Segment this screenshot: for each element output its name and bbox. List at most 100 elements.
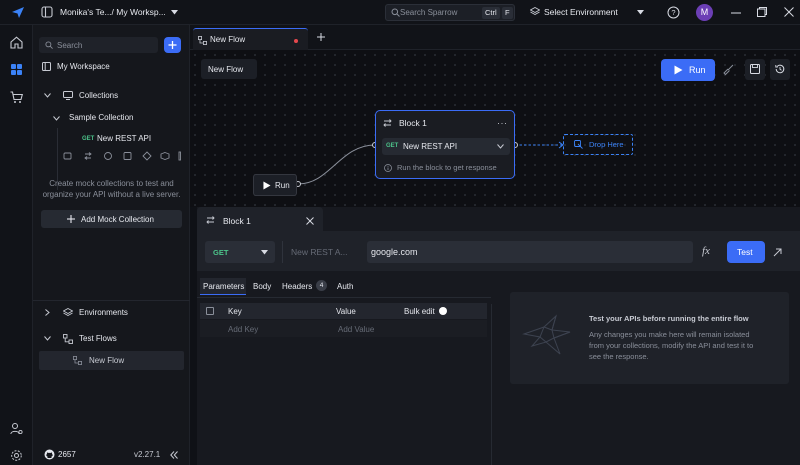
- block-request-selector[interactable]: GET New REST API: [382, 138, 510, 155]
- environments-section[interactable]: Environments: [79, 308, 128, 317]
- function-fx-icon[interactable]: fx: [702, 245, 710, 257]
- collections-icon: [63, 91, 73, 100]
- select-all-checkbox[interactable]: [206, 307, 214, 315]
- collapse-sidebar-icon[interactable]: [170, 451, 178, 459]
- method-selector[interactable]: GET: [205, 241, 275, 263]
- github-icon[interactable]: [44, 449, 55, 460]
- params-table-row: Add Key Add Value: [200, 320, 487, 337]
- url-value: google.com: [371, 246, 418, 257]
- search-icon: [45, 41, 53, 49]
- sidebar-search-placeholder: Search: [57, 40, 83, 50]
- open-external-arrow-icon[interactable]: [773, 248, 782, 257]
- close-window-icon[interactable]: [784, 7, 794, 17]
- team-settings-icon[interactable]: [10, 422, 23, 435]
- bulk-edit-label: Bulk edit: [404, 307, 435, 316]
- tab-parameters-label: Parameters: [203, 281, 245, 291]
- info-card-body: Any changes you make here will remain is…: [589, 329, 753, 362]
- test-flows-section[interactable]: Test Flows: [79, 334, 117, 343]
- add-mock-label: Add Mock Collection: [81, 214, 154, 224]
- drop-zone[interactable]: Drop Here: [563, 134, 633, 155]
- minimize-icon[interactable]: [731, 12, 741, 14]
- environments-icon: [63, 308, 73, 318]
- new-tab-plus-icon[interactable]: [317, 33, 325, 41]
- divider: [197, 297, 491, 298]
- mock-info-line1: Create mock collections to test and: [49, 179, 174, 188]
- request-item[interactable]: New REST API: [97, 134, 151, 143]
- divider: [33, 300, 190, 301]
- user-avatar[interactable]: M: [696, 4, 713, 21]
- request-name-input[interactable]: New REST A...: [282, 241, 362, 263]
- tab-label: New Flow: [210, 35, 246, 44]
- start-run-node[interactable]: Run: [253, 174, 297, 196]
- method-label: GET: [213, 248, 229, 257]
- drop-target-icon: [574, 140, 583, 149]
- flow-item-label: New Flow: [89, 356, 125, 365]
- add-key-input[interactable]: Add Key: [228, 325, 258, 334]
- test-button[interactable]: Test: [727, 241, 765, 263]
- collection-actions: [63, 151, 181, 161]
- workspace-dropdown-icon[interactable]: [171, 10, 178, 15]
- home-icon[interactable]: [10, 36, 23, 49]
- block-request-name: New REST API: [403, 142, 458, 151]
- flow-icon: [73, 356, 82, 365]
- restore-icon[interactable]: [757, 7, 767, 17]
- add-mock-collection-button[interactable]: Add Mock Collection: [41, 210, 182, 228]
- block-title: Block 1: [399, 118, 427, 128]
- mock-collection-info: Create mock collections to test and orga…: [39, 178, 184, 200]
- request-method: GET: [82, 136, 95, 142]
- tab-headers[interactable]: Headers: [282, 282, 312, 291]
- play-icon: [263, 181, 271, 190]
- collections-nav-icon[interactable]: [10, 63, 23, 76]
- add-button[interactable]: [164, 37, 181, 53]
- chevron-down-icon[interactable]: [53, 116, 60, 121]
- collections-section[interactable]: Collections: [79, 91, 118, 100]
- settings-gear-icon[interactable]: [10, 449, 23, 462]
- panel-title: Block 1: [223, 216, 251, 226]
- tab-new-flow[interactable]: New Flow: [193, 28, 308, 50]
- shortcut-f: F: [502, 7, 513, 19]
- mock-info-line2: organize your API without a live server.: [42, 190, 181, 199]
- test-label: Test: [737, 247, 753, 257]
- url-input[interactable]: google.com: [367, 241, 693, 263]
- chevron-right-icon[interactable]: [45, 309, 50, 316]
- search-placeholder: Search Sparrow: [400, 8, 458, 17]
- workspace-path[interactable]: Monika's Te.../ My Worksp...: [60, 7, 166, 17]
- marketplace-cart-icon[interactable]: [10, 91, 23, 104]
- title-bar: Monika's Te.../ My Worksp... Search Spar…: [0, 0, 800, 25]
- github-stars: 2657: [58, 450, 76, 459]
- chevron-down-icon[interactable]: [44, 93, 51, 98]
- environment-dropdown-icon[interactable]: [637, 10, 644, 15]
- flow-item-new-flow[interactable]: New Flow: [39, 351, 184, 370]
- flow-canvas[interactable]: New Flow Run Run Block 1 ··· GET New RES…: [190, 50, 800, 207]
- block-swap-icon: [383, 119, 392, 127]
- bulk-edit-toggle[interactable]: [438, 306, 449, 316]
- block-swap-icon: [206, 216, 215, 224]
- tab-auth[interactable]: Auth: [337, 282, 353, 291]
- info-line2: from your collections, modify the API an…: [589, 341, 754, 350]
- block-method: GET: [386, 143, 399, 149]
- sparrow-bird-illustration-icon: [522, 312, 574, 358]
- add-value-input[interactable]: Add Value: [338, 325, 374, 334]
- start-run-label: Run: [275, 181, 290, 190]
- workspace-icon: [42, 62, 51, 71]
- sidebar-search[interactable]: Search: [39, 37, 158, 53]
- info-line3: see the response.: [589, 352, 649, 361]
- svg-text:?: ?: [671, 8, 675, 17]
- sidebar: Search My Workspace Collections Sample C…: [33, 25, 190, 465]
- info-line1: Any changes you make here will remain is…: [589, 330, 750, 339]
- global-search[interactable]: Search Sparrow Ctrl F: [385, 4, 515, 21]
- tab-parameters[interactable]: Parameters: [200, 278, 246, 295]
- close-panel-icon[interactable]: [306, 217, 314, 225]
- more-options-icon[interactable]: ···: [497, 118, 508, 128]
- sample-collection[interactable]: Sample Collection: [69, 113, 133, 122]
- split-divider[interactable]: [491, 304, 492, 465]
- app-version: v2.27.1: [134, 450, 161, 459]
- value-column-header: Value: [336, 307, 356, 316]
- environment-selector[interactable]: Select Environment: [544, 7, 618, 17]
- workspace-name[interactable]: My Workspace: [57, 62, 110, 71]
- block-node[interactable]: Block 1 ··· GET New REST API Run the blo…: [375, 110, 515, 179]
- environment-icon: [530, 7, 540, 17]
- tab-body[interactable]: Body: [253, 282, 271, 291]
- help-icon[interactable]: ?: [667, 6, 680, 19]
- chevron-down-icon[interactable]: [44, 336, 51, 341]
